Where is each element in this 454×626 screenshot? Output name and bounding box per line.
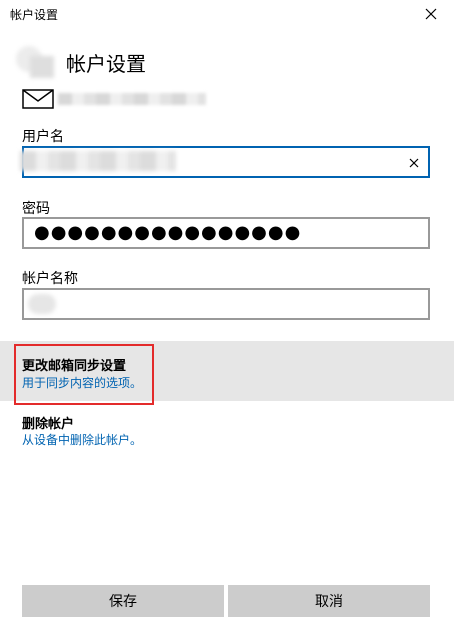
- cancel-button[interactable]: 取消: [228, 585, 430, 617]
- mail-icon: [22, 89, 54, 109]
- email-address-row: [22, 88, 206, 110]
- username-label: 用户名: [22, 129, 64, 145]
- account-name-label: 帐户名称: [22, 271, 78, 287]
- password-masked-value: ●●●●●●●●●●●●●●●●: [34, 222, 302, 243]
- account-name-field-box: [22, 288, 430, 320]
- title-bar: 帐户设置: [0, 0, 454, 28]
- save-button[interactable]: 保存: [22, 585, 224, 617]
- username-field-box: [20, 146, 430, 178]
- window-title: 帐户设置: [10, 8, 59, 22]
- password-label: 密码: [22, 201, 50, 217]
- email-address-redacted: [58, 93, 206, 105]
- account-header: 帐户设置: [14, 44, 146, 80]
- delete-account-description: 从设备中删除此帐户。: [22, 433, 143, 447]
- password-field[interactable]: ●●●●●●●●●●●●●●●●: [22, 217, 430, 249]
- delete-account-option[interactable]: 删除帐户 从设备中删除此帐户。: [0, 403, 454, 455]
- delete-account-title: 删除帐户: [22, 417, 75, 432]
- account-avatar: [14, 46, 56, 78]
- highlight-annotation-box: [14, 344, 154, 405]
- username-input[interactable]: [24, 148, 428, 176]
- clear-username-button[interactable]: [406, 155, 422, 171]
- account-name-input[interactable]: [24, 290, 428, 318]
- close-icon: [425, 8, 437, 20]
- clear-icon: [409, 158, 419, 168]
- page-title: 帐户设置: [66, 51, 146, 76]
- close-button[interactable]: [416, 2, 446, 26]
